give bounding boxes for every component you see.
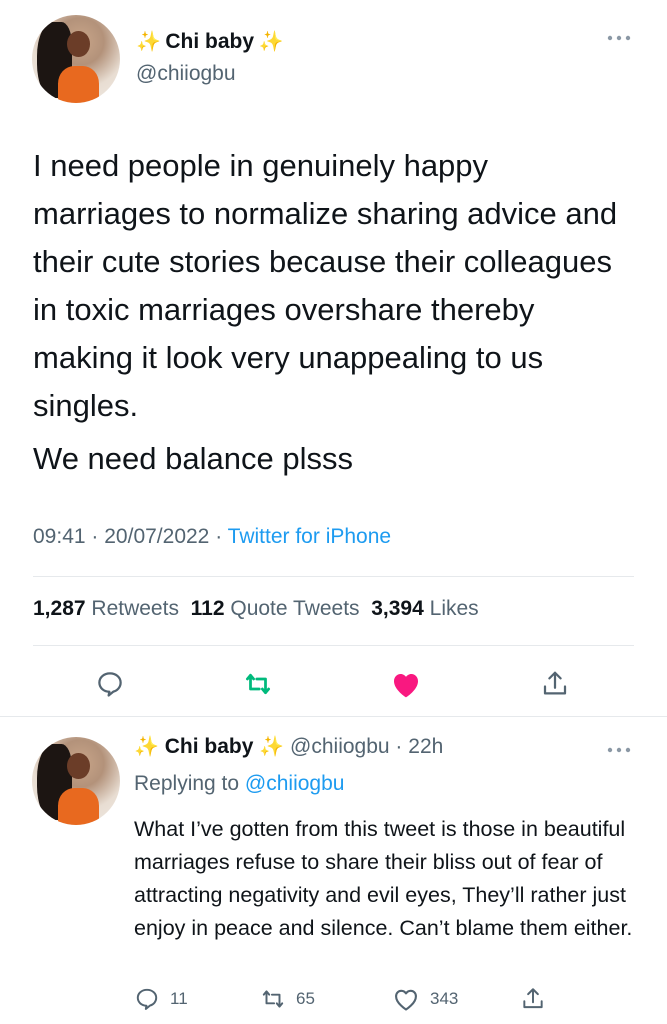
- tweet-meta: 09:41 · 20/07/2022 · Twitter for iPhone: [33, 525, 391, 549]
- quotes-stat[interactable]: 112 Quote Tweets: [191, 597, 360, 620]
- tweet-time: 09:41: [33, 525, 86, 548]
- author-handle[interactable]: @chiiogbu: [136, 62, 236, 86]
- sparkle-icon: ✨: [136, 31, 161, 53]
- reply-like-button[interactable]: 343: [392, 986, 458, 1012]
- tweet-date[interactable]: 20/07/2022: [104, 525, 209, 548]
- share-icon: [543, 671, 567, 695]
- ellipsis-icon[interactable]: [606, 30, 632, 48]
- like-icon: [395, 989, 417, 1011]
- replying-prefix: Replying to: [134, 772, 240, 795]
- ellipsis-icon[interactable]: [606, 742, 632, 760]
- reply-share-button[interactable]: [520, 986, 556, 1012]
- quotes-count: 112: [190, 597, 225, 620]
- reply-icon: [98, 672, 122, 697]
- quotes-label: Quote Tweets: [230, 597, 360, 620]
- author-avatar[interactable]: [32, 15, 120, 103]
- share-button[interactable]: [535, 664, 575, 704]
- retweets-stat[interactable]: 1,287 Retweets: [33, 597, 179, 620]
- engagement-stats: 1,287 Retweets 112 Quote Tweets 3,394 Li…: [33, 597, 479, 621]
- retweet-icon: [262, 990, 284, 1008]
- divider: [33, 645, 634, 646]
- like-count: 343: [430, 989, 459, 1008]
- replying-handle-link[interactable]: @chiiogbu: [245, 772, 345, 795]
- retweets-label: Retweets: [91, 597, 179, 620]
- replying-to: Replying to @chiiogbu: [134, 772, 344, 796]
- retweet-icon: [246, 673, 270, 695]
- retweet-button[interactable]: [238, 664, 278, 704]
- retweet-count: 65: [296, 989, 315, 1008]
- likes-stat[interactable]: 3,394 Likes: [371, 597, 478, 620]
- reply-age[interactable]: 22h: [408, 735, 443, 758]
- reply-reply-button[interactable]: 11: [134, 986, 188, 1012]
- reply-retweet-button[interactable]: 65: [260, 986, 315, 1012]
- share-icon: [523, 988, 543, 1009]
- like-button[interactable]: [386, 664, 426, 704]
- meta-separator: ·: [395, 735, 403, 758]
- sparkle-icon: ✨: [258, 31, 284, 53]
- section-separator: [0, 716, 667, 717]
- reply-text: What I’ve gotten from this tweet is thos…: [134, 817, 633, 940]
- tweet-text-line-2: We need balance plsss: [33, 441, 353, 476]
- tweet-text: I need people in genuinely happy marriag…: [33, 148, 618, 423]
- reply-button[interactable]: [90, 664, 130, 704]
- author-name-row[interactable]: ✨ Chi baby ✨: [136, 29, 283, 54]
- reply-handle[interactable]: @chiiogbu: [290, 735, 390, 758]
- tweet-source-link[interactable]: Twitter for iPhone: [228, 525, 391, 548]
- reply-author-avatar[interactable]: [32, 737, 120, 825]
- divider: [33, 576, 634, 577]
- reply-icon: [136, 988, 158, 1010]
- display-name[interactable]: Chi baby: [165, 30, 254, 53]
- sparkle-icon: ✨: [134, 736, 159, 758]
- meta-separator: ·: [91, 525, 99, 548]
- reply-display-name[interactable]: Chi baby: [165, 735, 254, 758]
- like-icon: [394, 674, 418, 698]
- meta-separator: ·: [215, 525, 223, 548]
- reply-header: ✨ Chi baby ✨ @chiiogbu · 22h: [134, 734, 443, 759]
- likes-count: 3,394: [371, 597, 424, 620]
- likes-label: Likes: [429, 597, 479, 620]
- reply-count: 11: [170, 989, 188, 1008]
- retweets-count: 1,287: [33, 597, 86, 620]
- sparkle-icon: ✨: [259, 736, 285, 758]
